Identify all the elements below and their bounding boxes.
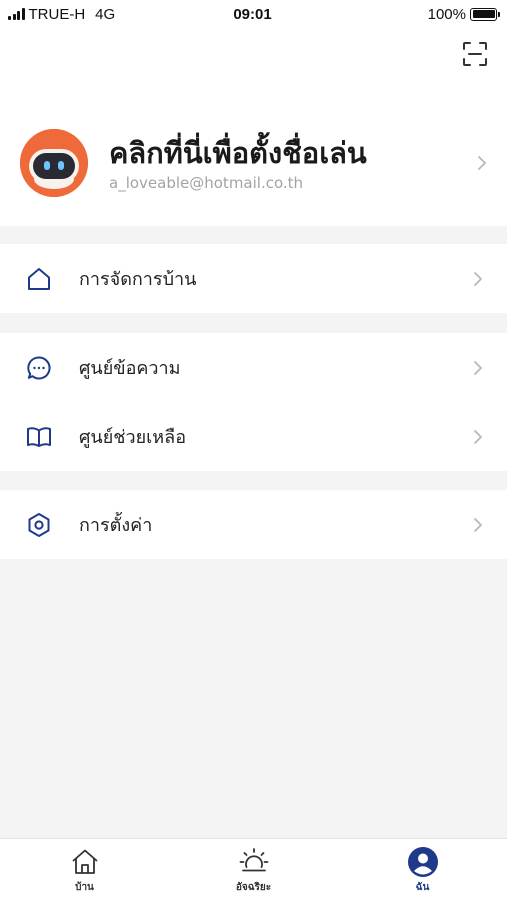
user-email: a_loveable@hotmail.co.th: [109, 174, 304, 192]
battery-level: [472, 10, 495, 18]
chevron-right-icon: [474, 360, 482, 375]
profile-header: คลิกที่นี่เพื่อตั้งชื่อเล่น a_loveable@h…: [0, 28, 507, 226]
robot-avatar-icon: [20, 129, 88, 197]
avatar[interactable]: [20, 129, 88, 197]
scan-button[interactable]: [461, 40, 489, 68]
profile-row[interactable]: คลิกที่นี่เพื่อตั้งชื่อเล่น a_loveable@h…: [20, 118, 489, 208]
network-type: 4G: [95, 5, 116, 23]
menu-group-support: ศูนย์ข้อความ ศูนย์ช่วยเหลือ: [0, 333, 507, 471]
user-icon: [407, 847, 438, 877]
chevron-right-icon: [474, 429, 482, 444]
home-icon: [71, 849, 98, 874]
menu-item-label: การตั้งค่า: [79, 515, 153, 536]
house-icon: [28, 267, 50, 290]
tab-smart[interactable]: อัจฉริยะ: [169, 839, 338, 900]
bottom-tab-bar: บ้าน อัจฉริยะ ฉัน: [0, 838, 507, 900]
tab-label: บ้าน: [75, 882, 94, 893]
nickname-prompt[interactable]: คลิกที่นี่เพื่อตั้งชื่อเล่น: [109, 134, 475, 172]
scan-icon: [463, 42, 487, 66]
menu-item-label: ศูนย์ช่วยเหลือ: [79, 427, 187, 448]
battery-icon: [470, 7, 500, 21]
menu-item-label: ศูนย์ข้อความ: [79, 358, 181, 379]
tab-label: อัจฉริยะ: [235, 882, 272, 893]
carrier-name: TRUE-H: [28, 5, 86, 23]
settings-hexagon-icon: [28, 512, 50, 537]
sun-icon: [239, 848, 268, 872]
tab-label: ฉัน: [415, 882, 430, 893]
clock: 09:01: [233, 5, 272, 23]
menu-group-home: การจัดการบ้าน: [0, 244, 507, 313]
menu-item-home-management[interactable]: การจัดการบ้าน: [0, 244, 507, 313]
menu-item-message-center[interactable]: ศูนย์ข้อความ: [0, 333, 507, 402]
menu-item-settings[interactable]: การตั้งค่า: [0, 490, 507, 559]
chat-bubble-icon: [27, 355, 51, 379]
signal-strength-icon: [8, 8, 25, 20]
tab-me[interactable]: ฉัน: [338, 839, 507, 900]
chevron-right-icon: [474, 517, 482, 532]
menu-item-help-center[interactable]: ศูนย์ช่วยเหลือ: [0, 402, 507, 471]
menu-item-label: การจัดการบ้าน: [79, 269, 197, 290]
tab-home[interactable]: บ้าน: [0, 839, 169, 900]
book-icon: [27, 426, 51, 447]
menu-group-settings: การตั้งค่า: [0, 490, 507, 559]
battery-percent: 100%: [427, 5, 466, 23]
status-bar: TRUE-H 4G 09:01 100%: [0, 0, 507, 28]
chevron-right-icon: [474, 271, 482, 286]
chevron-right-icon: [478, 156, 486, 170]
